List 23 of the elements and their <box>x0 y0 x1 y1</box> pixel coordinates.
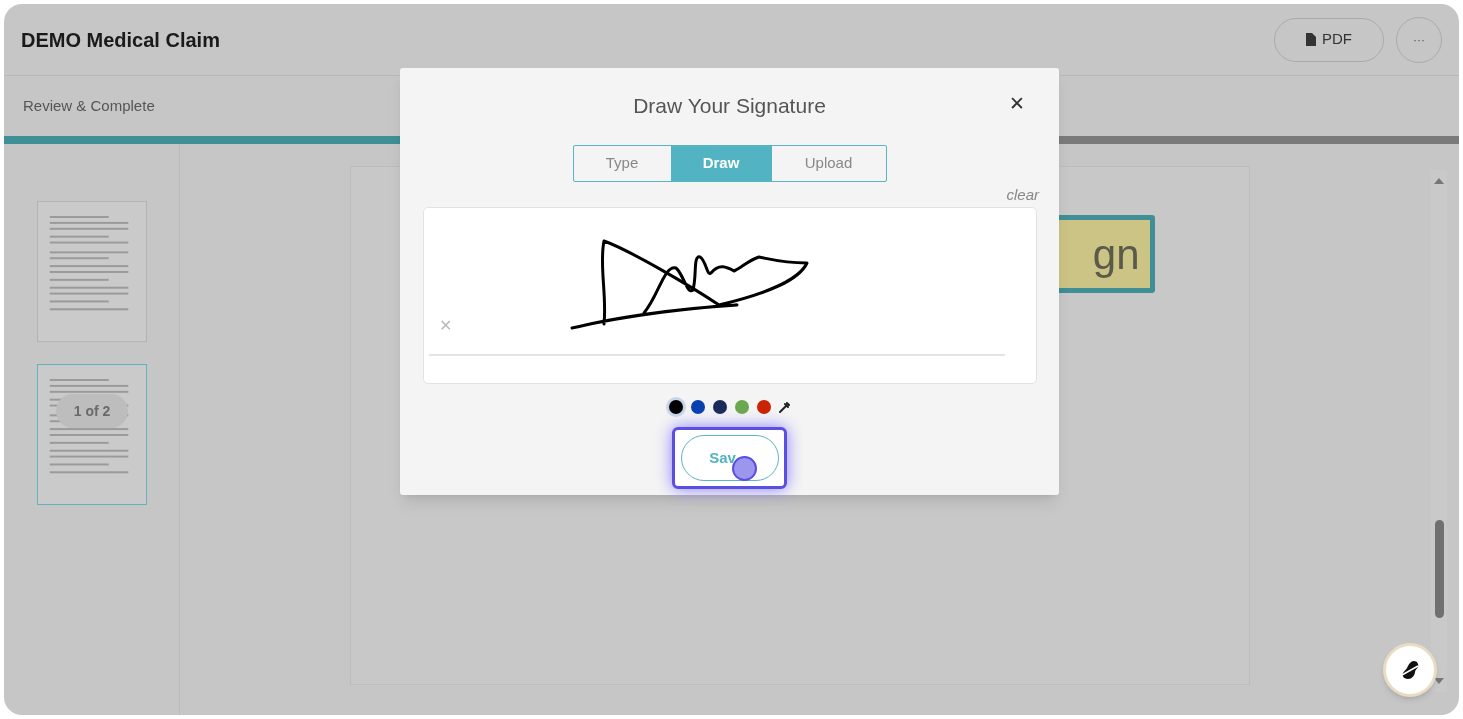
color-swatch[interactable] <box>712 400 727 414</box>
dialog-title: Draw Your Signature <box>633 93 826 119</box>
file-icon <box>1306 33 1316 46</box>
signature-pad[interactable]: ✕ <box>422 207 1037 384</box>
help-button[interactable] <box>1383 643 1437 697</box>
step-label[interactable]: Review & Complete <box>23 94 155 118</box>
page-thumbnail[interactable] <box>36 201 147 342</box>
page-badge: 1 of 2 <box>56 394 128 428</box>
signature-line-mark: ✕ <box>438 318 452 334</box>
color-swatch[interactable] <box>756 400 771 414</box>
color-swatch[interactable] <box>690 400 705 414</box>
document-title: DEMO Medical Claim <box>21 27 220 53</box>
signature-tab[interactable]: Upload <box>771 145 886 181</box>
signature-tab[interactable]: Type <box>573 145 671 181</box>
color-swatch[interactable] <box>734 400 749 414</box>
scroll-down-icon[interactable] <box>1434 678 1444 684</box>
clear-link[interactable]: clear <box>1006 183 1039 206</box>
signature-tab[interactable]: Draw <box>670 145 772 181</box>
scroll-thumb[interactable] <box>1434 520 1444 618</box>
eyedropper-icon[interactable] <box>778 401 791 413</box>
scroll-up-icon[interactable] <box>1434 178 1444 184</box>
color-swatch[interactable] <box>668 400 683 414</box>
close-button[interactable]: ✕ <box>1009 94 1025 113</box>
